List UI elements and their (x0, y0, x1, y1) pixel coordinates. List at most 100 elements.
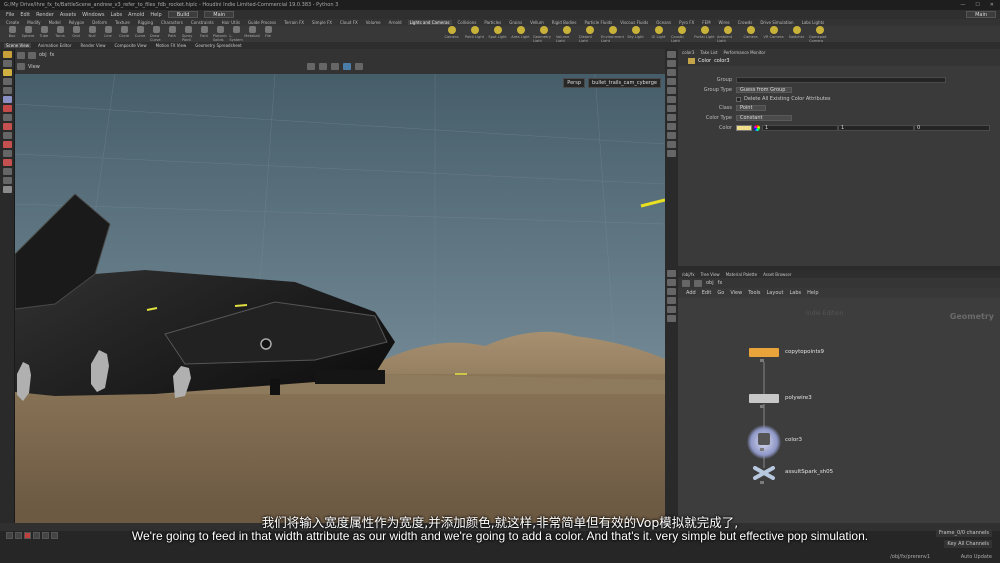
shelf-tab-modify[interactable]: Modify (25, 20, 42, 25)
menu-edit[interactable]: Edit (20, 12, 30, 18)
net-menu-layout[interactable]: Layout (767, 290, 784, 296)
delete-colors-checkbox[interactable] (736, 96, 741, 102)
tool-tube[interactable]: Tube (38, 26, 50, 42)
shelf-tab-texture[interactable]: Texture (113, 20, 132, 25)
tool-gamepad-camera[interactable]: Gamepad Camera (809, 25, 830, 43)
tool-path[interactable]: Path (166, 26, 178, 42)
tool-draw-curve[interactable]: Draw Curve (150, 26, 162, 42)
pane-tab-animation-editor[interactable]: Animation Editor (36, 43, 74, 48)
tool-spray-paint[interactable]: Spray Paint (182, 26, 194, 42)
path-obj[interactable]: obj (39, 52, 47, 58)
tool-metaball[interactable]: Metaball (244, 26, 260, 42)
net-view-icon[interactable] (667, 279, 676, 286)
tool-camera[interactable]: Camera (441, 25, 462, 43)
net-info-icon[interactable] (667, 315, 676, 322)
tool-vr-camera[interactable]: VR Camera (763, 25, 784, 43)
shading-icon[interactable] (319, 63, 327, 70)
shelf-tab-lights-and-cameras[interactable]: Lights and Cameras (407, 20, 452, 25)
display-options-icon[interactable] (343, 63, 351, 70)
ghost-icon[interactable] (667, 60, 676, 67)
handle-tool-icon[interactable] (2, 69, 12, 76)
shelf-tab-oceans[interactable]: Oceans (654, 20, 673, 25)
group-type-dropdown[interactable]: Guess from Group (736, 87, 792, 93)
rotate-tool-icon[interactable] (2, 87, 12, 94)
tool-distant-light[interactable]: Distant Light (579, 25, 600, 43)
pane-tab-composite-view[interactable]: Composite View (113, 43, 149, 48)
points-icon[interactable] (667, 69, 676, 76)
shelf-tab-model[interactable]: Model (47, 20, 63, 25)
back-arrow-icon[interactable] (17, 51, 25, 59)
bounding-box-icon[interactable] (667, 141, 676, 148)
build-dropdown[interactable]: Build (167, 11, 199, 18)
camera-tool-icon[interactable] (2, 177, 12, 184)
lights-icon[interactable] (667, 150, 676, 157)
path-field[interactable]: /obj/fx/prerenv1 (890, 554, 930, 560)
tool-switcher[interactable]: Switcher (786, 25, 807, 43)
shelf-tab-rigid-bodies[interactable]: Rigid Bodies (550, 20, 579, 25)
point-number-icon[interactable] (667, 114, 676, 121)
network-canvas[interactable]: Geometry Indie Edition copytopoints9 pol… (678, 298, 1000, 523)
right-desktop-dropdown[interactable]: Main (966, 11, 996, 18)
pane-tab-render-view[interactable]: Render View (78, 43, 107, 48)
shelf-tab-rigging[interactable]: Rigging (136, 20, 155, 25)
pin-icon[interactable] (17, 63, 25, 70)
vector-icon[interactable] (667, 96, 676, 103)
tool-camera[interactable]: Camera (740, 25, 761, 43)
shelf-tab-particle-fluids[interactable]: Particle Fluids (582, 20, 614, 25)
menu-assets[interactable]: Assets (60, 12, 76, 18)
tool-area-light[interactable]: Area Light (510, 25, 531, 43)
measure-tool-icon[interactable] (2, 132, 12, 139)
tool-file[interactable]: File (262, 26, 274, 42)
tool-sky-light[interactable]: Sky Light (625, 25, 646, 43)
tool-ambient-light[interactable]: Ambient Light (717, 25, 738, 43)
tool-torus[interactable]: Torus (54, 26, 66, 42)
minimize-button[interactable]: — (960, 2, 965, 8)
record-tool-icon[interactable] (2, 141, 12, 148)
menu-labs[interactable]: Labs (110, 12, 122, 18)
tool-spot-light[interactable]: Spot Light (487, 25, 508, 43)
normals-icon[interactable] (667, 78, 676, 85)
net-menu-tools[interactable]: Tools (748, 290, 760, 296)
tool-sphere[interactable]: Sphere (22, 26, 34, 42)
tool-null[interactable]: Null (86, 26, 98, 42)
color-type-dropdown[interactable]: Constant (736, 115, 792, 121)
param-tab-performance-monitor[interactable]: Performance Monitor (724, 50, 766, 55)
shelf-tab-guide-process[interactable]: Guide Process (246, 20, 278, 25)
tool-gi-light[interactable]: GI Light (648, 25, 669, 43)
shelf-tab-polygon[interactable]: Polygon (67, 20, 87, 25)
tool-volume-light[interactable]: Volume Light (556, 25, 577, 43)
net-flag-icon[interactable] (667, 297, 676, 304)
scale-tool-icon[interactable] (2, 96, 12, 103)
move-tool-icon[interactable] (2, 78, 12, 85)
forward-arrow-icon[interactable] (28, 51, 36, 59)
pane-tab-geometry-spreadsheet[interactable]: Geometry Spreadsheet (193, 43, 243, 48)
shelf-tab-arnold[interactable]: Arnold (387, 20, 404, 25)
net-menu-labs[interactable]: Labs (790, 290, 802, 296)
node-box-copytopoints9[interactable] (749, 348, 779, 357)
net-menu-view[interactable]: View (730, 290, 742, 296)
color-wheel-icon[interactable] (754, 125, 760, 131)
view-tool-icon[interactable] (2, 60, 12, 67)
net-grid-icon[interactable] (667, 288, 676, 295)
uv-icon[interactable] (667, 87, 676, 94)
pane-tab-motion-fx-view[interactable]: Motion FX View (154, 43, 189, 48)
shelf-tab-vellum[interactable]: Vellum (528, 20, 546, 25)
shelf-tab-deform[interactable]: Deform (90, 20, 109, 25)
tool-geometry-light[interactable]: Geometry Light (533, 25, 554, 43)
close-button[interactable]: ✕ (990, 2, 994, 8)
menu-arnold[interactable]: Arnold (128, 12, 144, 18)
color-b-field[interactable]: 0 (914, 125, 990, 131)
wireframe-icon[interactable] (331, 63, 339, 70)
template-icon[interactable] (667, 132, 676, 139)
auto-update-dropdown[interactable]: Auto Update (961, 554, 992, 560)
shelf-tab-cloud-fx[interactable]: Cloud FX (338, 20, 360, 25)
prim-number-icon[interactable] (667, 105, 676, 112)
camera-dropdown[interactable]: bullet_trails_cam_cyberge (588, 78, 661, 88)
net-forward-icon[interactable] (694, 279, 702, 287)
color-g-field[interactable]: 1 (838, 125, 914, 131)
select-tool-icon[interactable] (2, 51, 12, 58)
group-field[interactable] (736, 77, 946, 83)
net-back-icon[interactable] (682, 279, 690, 287)
net-path-fx[interactable]: fx (718, 280, 723, 286)
hull-icon[interactable] (667, 123, 676, 130)
